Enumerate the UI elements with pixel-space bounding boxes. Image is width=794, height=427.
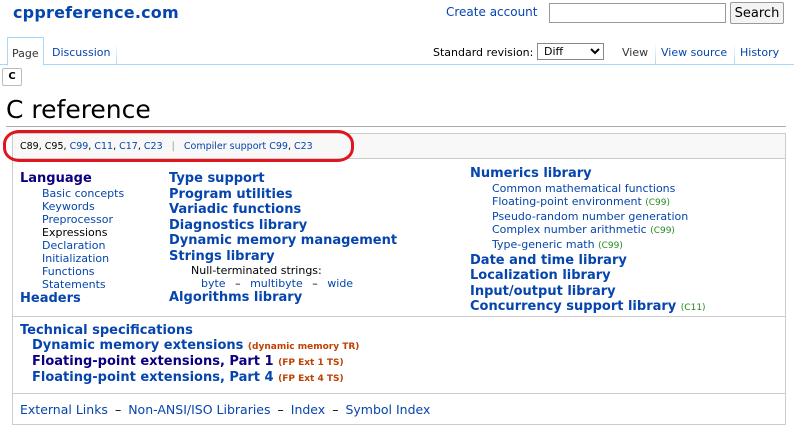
non-ansi-libraries-link[interactable]: Non-ANSI/ISO Libraries [128,402,270,417]
tab-view-source[interactable]: View source [657,37,731,65]
external-links-link[interactable]: External Links [20,402,108,417]
date-time-library-link[interactable]: Date and time library [470,253,706,269]
numerics-item[interactable]: Complex number arithmetic (C99) [470,223,706,238]
column-numerics: Numerics library Common mathematical fun… [470,166,706,317]
version-tag: (C11) [680,303,706,313]
language-item[interactable]: Functions [20,265,124,278]
tech-specs-title[interactable]: Technical specifications [20,323,193,339]
version-tag: (C99) [598,240,623,251]
tab-bar: Page Discussion Standard revision: Diff … [0,29,794,66]
algorithms-library-link[interactable]: Algorithms library [169,290,397,306]
headers-link[interactable]: Headers [20,291,124,307]
numerics-item-label[interactable]: Type-generic math [492,238,595,251]
numerics-item[interactable]: Pseudo-random number generation [470,210,706,223]
ts-link[interactable]: Floating-point extensions, Part 4 [32,370,274,385]
numerics-item[interactable]: Floating-point environment (C99) [470,195,706,210]
language-item[interactable]: Keywords [20,200,124,213]
symbol-index-link[interactable]: Symbol Index [345,402,430,417]
concurrency-library-row: Concurrency support library (C11) [470,299,706,317]
separator: – [114,402,122,417]
io-library-link[interactable]: Input/output library [470,284,706,300]
separator: – [312,277,318,290]
separator: – [277,402,284,417]
dynamic-memory-link[interactable]: Dynamic memory management [169,233,397,249]
numerics-item-label[interactable]: Floating-point environment [492,195,642,208]
tab-separator [116,43,117,65]
search-input[interactable] [549,3,726,23]
language-item[interactable]: Initialization [20,252,124,265]
page-title: C reference [6,95,151,124]
separator: – [235,277,241,290]
numerics-item-label[interactable]: Pseudo-random number generation [492,210,688,223]
language-item[interactable]: Expressions [20,226,124,239]
concurrency-library-link[interactable]: Concurrency support library [470,299,676,314]
type-support-link[interactable]: Type support [169,171,397,187]
diagnostics-library-link[interactable]: Diagnostics library [169,218,397,234]
ts-item: Floating-point extensions, Part 4 (FP Ex… [32,370,344,385]
column-language: Language Basic concepts Keywords Preproc… [20,171,124,306]
localization-library-link[interactable]: Localization library [470,268,706,284]
ts-link[interactable]: Dynamic memory extensions [32,338,243,353]
separator: – [332,402,339,417]
tab-separator [655,43,656,65]
numerics-item[interactable]: Type-generic math (C99) [470,238,706,253]
standard-revision-select[interactable]: Diff [537,43,604,60]
index-link[interactable]: Index [291,402,325,417]
version-tag: (C99) [650,225,675,236]
tab-page[interactable]: Page [7,37,44,66]
site-logo[interactable]: cppreference.com [13,3,179,22]
null-terminated-row: byte – multibyte – wide [169,277,397,290]
highlight-annotation [3,130,354,162]
ts-item: Dynamic memory extensions (dynamic memor… [32,338,359,353]
language-link[interactable]: Language [20,171,124,187]
ts-link[interactable]: Floating-point extensions, Part 1 [32,354,274,369]
version-tag: (C99) [645,197,671,208]
column-libraries: Type support Program utilities Variadic … [169,171,397,306]
language-item[interactable]: Basic concepts [20,187,124,200]
create-account-link[interactable]: Create account [446,5,538,19]
numerics-item-label[interactable]: Complex number arithmetic [492,223,647,236]
multibyte-strings-link[interactable]: multibyte [250,277,303,290]
language-tab-c[interactable]: C [2,68,22,86]
tab-discussion[interactable]: Discussion [48,37,115,65]
ts-item: Floating-point extensions, Part 1 (FP Ex… [32,354,344,369]
tab-view[interactable]: View [618,37,652,65]
variadic-functions-link[interactable]: Variadic functions [169,202,397,218]
numerics-library-link[interactable]: Numerics library [470,166,706,182]
standard-revision-label: Standard revision: [433,46,534,59]
numerics-item-label[interactable]: Common mathematical functions [492,182,675,195]
ts-tag: (FP Ext 1 TS) [278,358,344,368]
strings-library-link[interactable]: Strings library [169,249,397,265]
ts-tag: (dynamic memory TR) [247,342,360,352]
technical-specifications: Technical specifications Dynamic memory … [12,316,786,394]
language-item[interactable]: Statements [20,278,124,291]
null-terminated-label: Null-terminated strings: [191,264,322,277]
search-button[interactable]: Search [730,2,784,24]
program-utilities-link[interactable]: Program utilities [169,187,397,203]
wide-strings-link[interactable]: wide [327,277,353,290]
ts-tag: (FP Ext 4 TS) [278,374,344,384]
byte-strings-link[interactable]: byte [201,277,226,290]
tab-history[interactable]: History [736,37,783,65]
footer-links: External Links – Non-ANSI/ISO Libraries – In… [12,393,786,425]
title-divider [6,126,786,127]
numerics-item[interactable]: Common mathematical functions [470,182,706,195]
language-item[interactable]: Preprocessor [20,213,124,226]
language-item[interactable]: Declaration [20,239,124,252]
tab-separator [734,43,735,65]
